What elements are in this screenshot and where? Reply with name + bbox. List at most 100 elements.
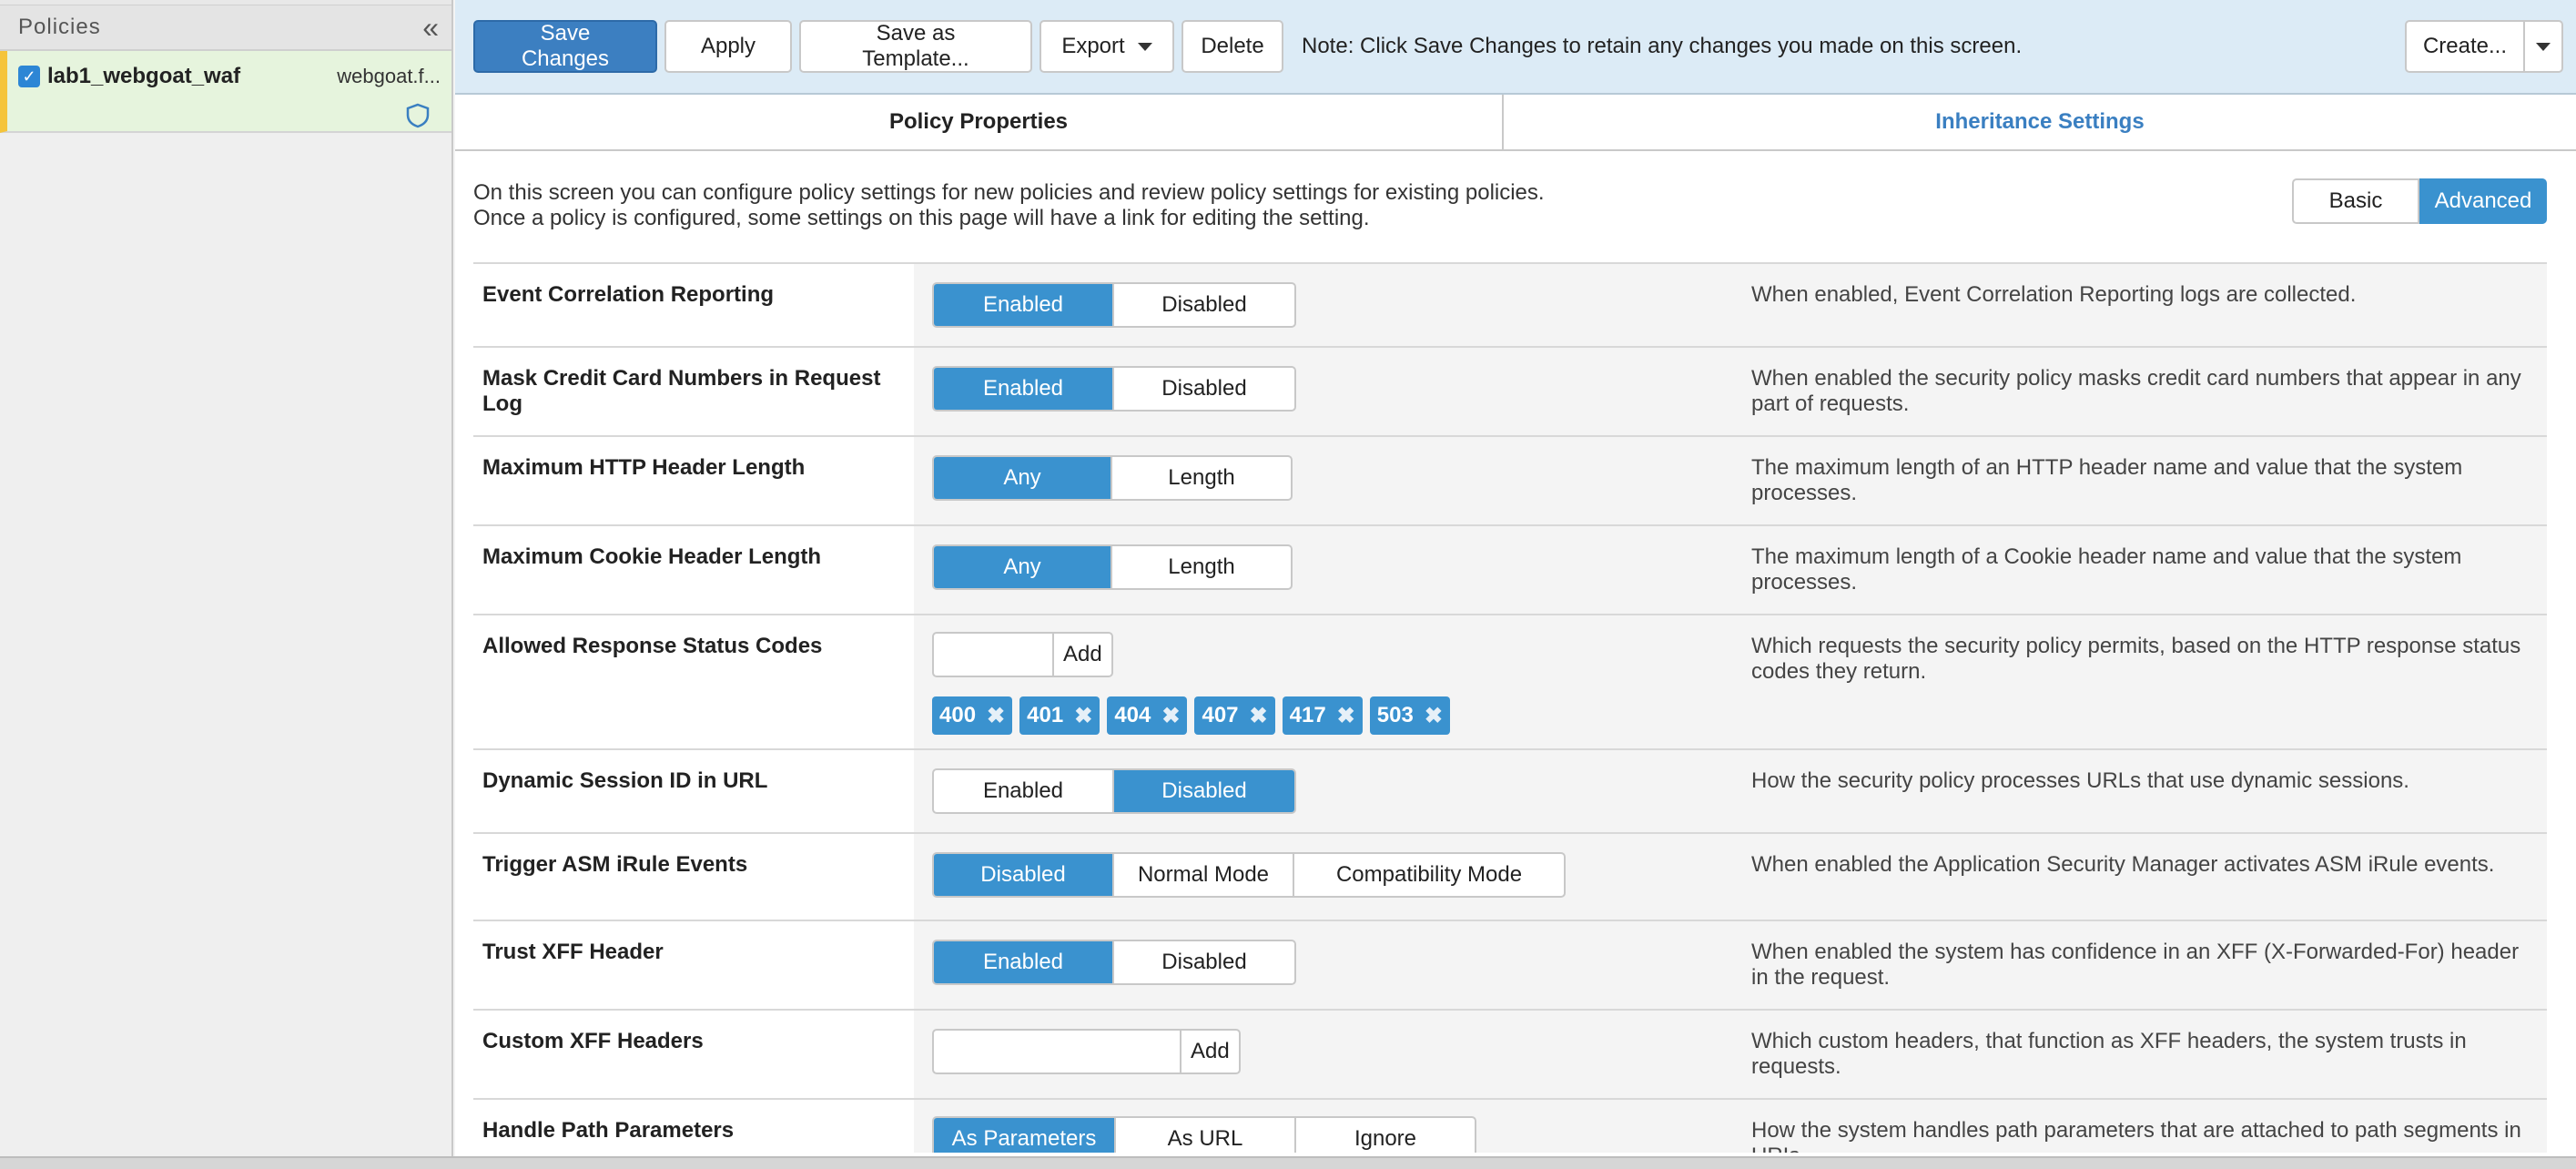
checkbox-icon[interactable]: ✓ (18, 66, 40, 87)
add-xff-header-button[interactable]: Add (1182, 1029, 1241, 1074)
close-icon[interactable]: ✖ (1074, 703, 1092, 729)
setting-label: Maximum HTTP Header Length (473, 437, 914, 524)
create-dropdown[interactable] (2525, 22, 2561, 71)
status-code-adder: Add (932, 632, 1113, 677)
setting-description: How the system handles path parameters t… (1751, 1100, 2547, 1153)
setting-control: Add (914, 1011, 1751, 1098)
tab-bar: Policy Properties Inheritance Settings (455, 95, 2576, 151)
setting-label: Dynamic Session ID in URL (473, 750, 914, 832)
option-disabled[interactable]: Disabled (1114, 770, 1294, 812)
any-length-toggle: Any Length (932, 455, 1293, 501)
option-as-parameters[interactable]: As Parameters (934, 1118, 1116, 1153)
policies-sidebar: Policies « ✓ lab1_webgoat_waf webgoat.f.… (0, 0, 453, 1156)
option-disabled[interactable]: Disabled (1114, 941, 1294, 983)
path-parameters-toggle: As Parameters As URL Ignore (932, 1116, 1476, 1153)
setting-description: The maximum length of a Cookie header na… (1751, 526, 2547, 614)
xff-header-input[interactable] (932, 1029, 1182, 1074)
sidebar-header: Policies « (0, 5, 451, 51)
setting-row: Event Correlation Reporting Enabled Disa… (473, 262, 2547, 346)
enabled-disabled-toggle: Enabled Disabled (932, 768, 1296, 814)
option-ignore[interactable]: Ignore (1296, 1118, 1475, 1153)
add-status-code-button[interactable]: Add (1054, 632, 1113, 677)
option-disabled[interactable]: Disabled (1114, 368, 1294, 410)
setting-description: When enabled the Application Security Ma… (1751, 834, 2547, 920)
shield-icon (406, 103, 430, 128)
status-code-chip: 407 ✖ (1194, 696, 1275, 735)
status-code-chip: 401 ✖ (1019, 696, 1100, 735)
status-code-value: 417 (1289, 703, 1326, 727)
status-code-value: 407 (1202, 703, 1239, 727)
setting-label: Mask Credit Card Numbers in Request Log (473, 348, 914, 435)
setting-row: Trust XFF Header Enabled Disabled When e… (473, 920, 2547, 1009)
setting-description: Which custom headers, that function as X… (1751, 1011, 2547, 1098)
status-code-value: 404 (1114, 703, 1151, 727)
horizontal-scrollbar[interactable] (0, 1156, 2576, 1169)
option-disabled[interactable]: Disabled (1114, 284, 1294, 326)
apply-button[interactable]: Apply (664, 20, 792, 73)
setting-control: Enabled Disabled (914, 921, 1751, 1009)
option-length[interactable]: Length (1112, 546, 1291, 588)
setting-row: Mask Credit Card Numbers in Request Log … (473, 346, 2547, 435)
status-code-value: 400 (939, 703, 977, 727)
settings-table: Event Correlation Reporting Enabled Disa… (473, 262, 2547, 1153)
main-panel: Save Changes Apply Save as Template... E… (455, 0, 2576, 1156)
intro-line-1: On this screen you can configure policy … (473, 180, 1545, 205)
option-enabled[interactable]: Enabled (934, 941, 1114, 983)
setting-label: Maximum Cookie Header Length (473, 526, 914, 614)
save-as-template-button[interactable]: Save as Template... (799, 20, 1032, 73)
status-code-input[interactable] (932, 632, 1054, 677)
option-any[interactable]: Any (934, 457, 1112, 499)
export-label: Export (1061, 34, 1125, 58)
option-any[interactable]: Any (934, 546, 1112, 588)
create-button[interactable]: Create... (2407, 22, 2525, 71)
setting-description: When enabled the security policy masks c… (1751, 348, 2547, 435)
status-code-chip: 404 ✖ (1107, 696, 1188, 735)
tab-policy-properties[interactable]: Policy Properties (455, 95, 1504, 149)
save-note: Note: Click Save Changes to retain any c… (1302, 34, 2023, 58)
close-icon[interactable]: ✖ (1337, 703, 1355, 729)
close-icon[interactable]: ✖ (987, 703, 1005, 729)
view-mode-toggle: Basic Advanced (2292, 178, 2547, 224)
save-changes-button[interactable]: Save Changes (473, 20, 657, 73)
option-compatibility-mode[interactable]: Compatibility Mode (1294, 854, 1564, 896)
setting-description: When enabled, Event Correlation Reportin… (1751, 264, 2547, 346)
close-icon[interactable]: ✖ (1161, 703, 1180, 729)
setting-description: Which requests the security policy permi… (1751, 615, 2547, 748)
enabled-disabled-toggle: Enabled Disabled (932, 940, 1296, 985)
toolbar: Save Changes Apply Save as Template... E… (455, 0, 2576, 95)
option-enabled[interactable]: Enabled (934, 770, 1114, 812)
chevron-down-icon (1137, 42, 1152, 51)
option-enabled[interactable]: Enabled (934, 284, 1114, 326)
delete-button[interactable]: Delete (1182, 20, 1283, 73)
close-icon[interactable]: ✖ (1425, 703, 1443, 729)
irule-mode-toggle: Disabled Normal Mode Compatibility Mode (932, 852, 1566, 898)
option-length[interactable]: Length (1112, 457, 1291, 499)
export-button[interactable]: Export (1040, 20, 1174, 73)
option-normal-mode[interactable]: Normal Mode (1114, 854, 1294, 896)
tab-inheritance-settings[interactable]: Inheritance Settings (1504, 95, 2576, 149)
setting-control: Enabled Disabled (914, 750, 1751, 832)
setting-control: Any Length (914, 437, 1751, 524)
status-code-value: 503 (1376, 703, 1414, 727)
advanced-mode-button[interactable]: Advanced (2419, 178, 2547, 224)
close-icon[interactable]: ✖ (1250, 703, 1268, 729)
chevron-down-icon (2536, 42, 2551, 51)
collapse-icon[interactable]: « (422, 13, 439, 42)
intro-line-2: Once a policy is configured, some settin… (473, 206, 1370, 230)
option-enabled[interactable]: Enabled (934, 368, 1114, 410)
status-code-chip: 417 ✖ (1282, 696, 1363, 735)
setting-label: Trigger ASM iRule Events (473, 834, 914, 920)
policy-name[interactable]: lab1_webgoat_waf (47, 64, 337, 89)
setting-row: Handle Path Parameters As Parameters As … (473, 1098, 2547, 1153)
create-split-button[interactable]: Create... (2404, 20, 2563, 73)
option-as-url[interactable]: As URL (1116, 1118, 1296, 1153)
option-disabled[interactable]: Disabled (934, 854, 1114, 896)
setting-description: The maximum length of an HTTP header nam… (1751, 437, 2547, 524)
basic-mode-button[interactable]: Basic (2292, 178, 2419, 224)
any-length-toggle: Any Length (932, 544, 1293, 590)
policy-list-item[interactable]: ✓ lab1_webgoat_waf webgoat.f... (0, 51, 451, 133)
enabled-disabled-toggle: Enabled Disabled (932, 366, 1296, 412)
setting-row: Allowed Response Status Codes Add 400 ✖ 4… (473, 614, 2547, 748)
status-code-value: 401 (1027, 703, 1064, 727)
policy-host: webgoat.f... (337, 65, 441, 87)
